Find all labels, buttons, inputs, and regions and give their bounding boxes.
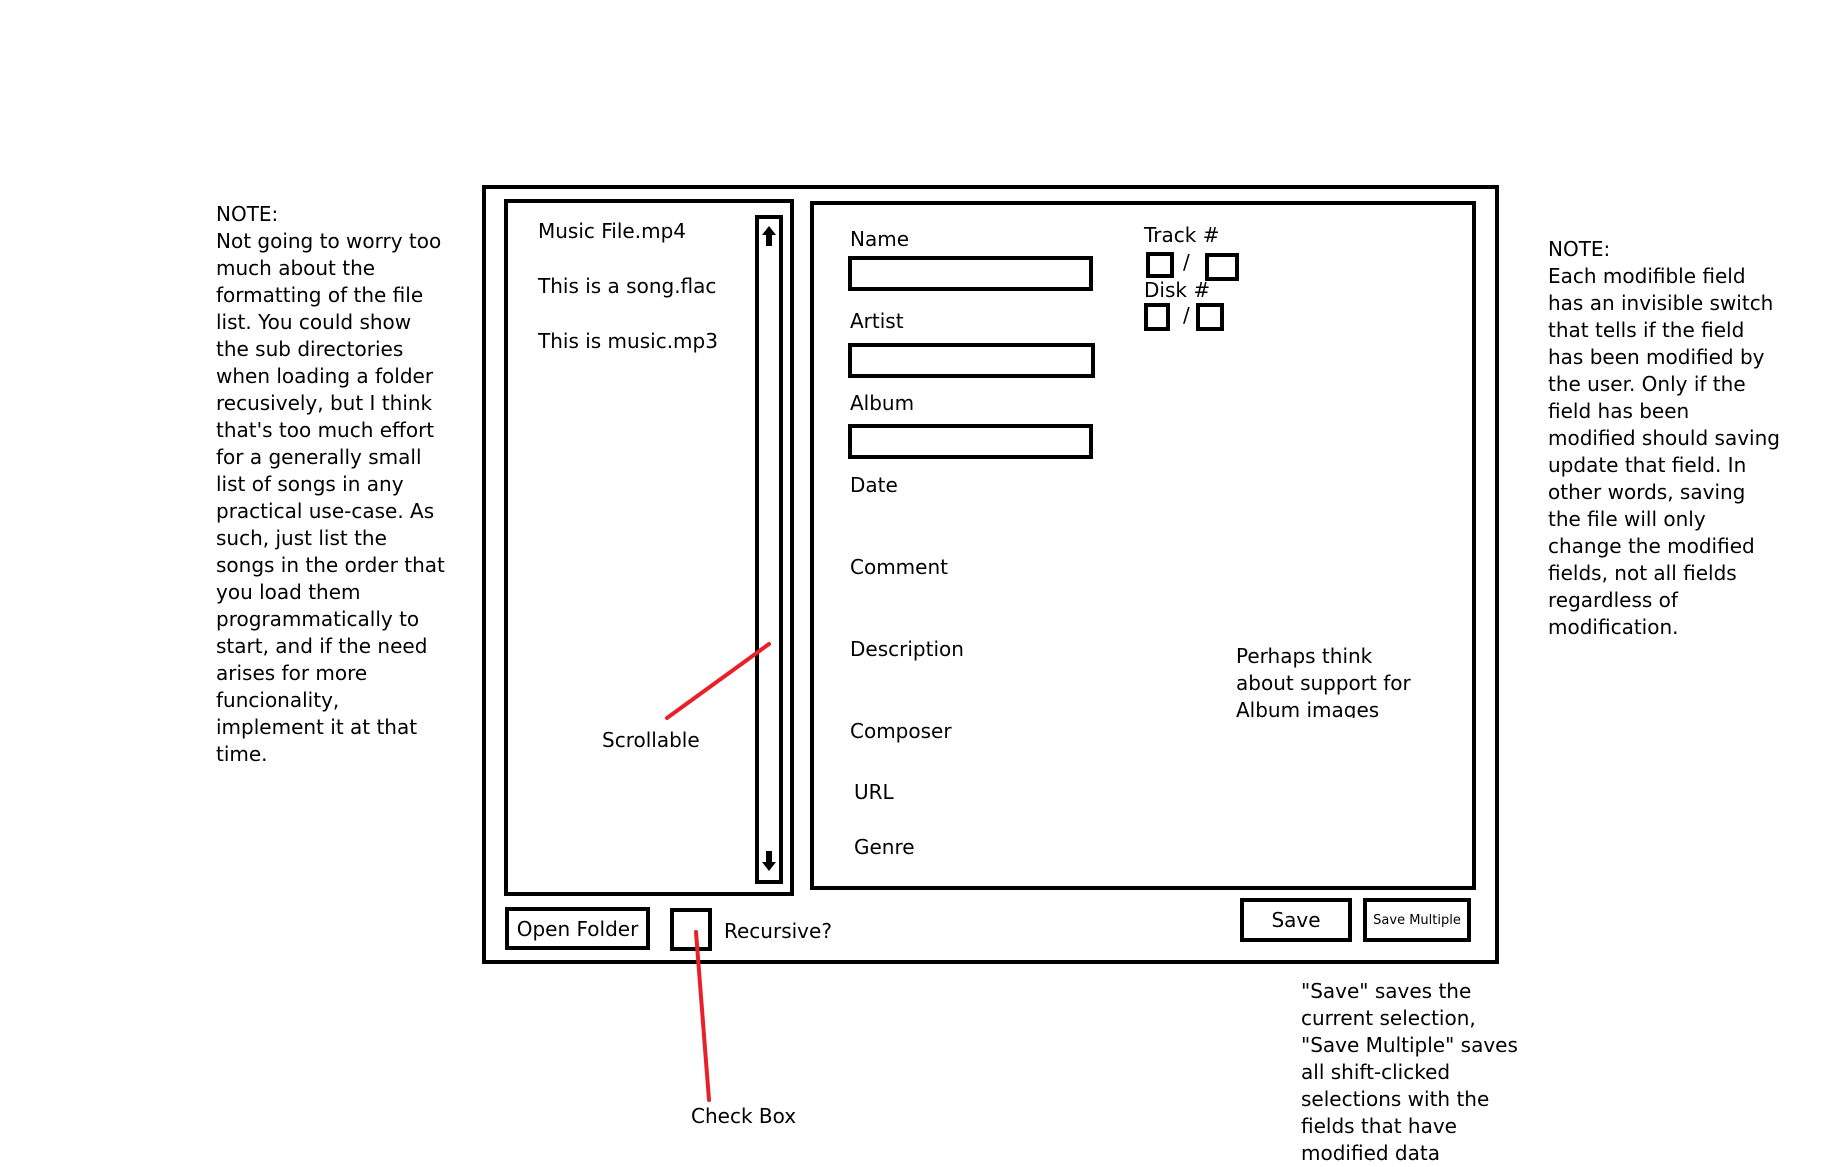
right-note-text: Each modifible field has an invisible sw…: [1548, 264, 1780, 639]
track-label: Track #: [1144, 223, 1220, 247]
arrow-down-icon[interactable]: [760, 850, 778, 872]
file-list-scrollbar[interactable]: [755, 215, 783, 884]
composer-label: Composer: [850, 719, 952, 743]
left-note-text: Not going to worry too much about the fo…: [216, 229, 445, 766]
artist-label: Artist: [850, 309, 904, 333]
checkbox-annotation: Check Box: [691, 1104, 797, 1128]
track-total-input[interactable]: [1205, 253, 1239, 281]
disk-label: Disk #: [1144, 278, 1211, 302]
description-label: Description: [850, 637, 964, 661]
left-note-heading: NOTE:: [216, 202, 279, 226]
file-list-item[interactable]: Music File.mp4: [538, 219, 686, 243]
date-label: Date: [850, 473, 898, 497]
track-number-input[interactable]: [1146, 252, 1174, 278]
url-label: URL: [854, 780, 894, 804]
genre-label: Genre: [854, 835, 915, 859]
album-label: Album: [850, 391, 915, 415]
save-multiple-button[interactable]: Save Multiple: [1363, 898, 1471, 942]
recursive-checkbox[interactable]: [670, 908, 712, 951]
file-list-item[interactable]: This is a song.flac: [538, 274, 716, 298]
scrollable-annotation: Scrollable: [602, 728, 700, 752]
left-note: NOTE: Not going to worry too much about …: [216, 201, 448, 768]
comment-label: Comment: [850, 555, 948, 579]
file-list-item[interactable]: This is music.mp3: [538, 329, 718, 353]
file-list-panel[interactable]: [504, 199, 794, 896]
disk-number-input[interactable]: [1144, 303, 1170, 331]
right-note: NOTE: Each modifible field has an invisi…: [1548, 236, 1780, 641]
arrow-up-icon[interactable]: [760, 225, 778, 247]
disk-separator: /: [1183, 303, 1190, 327]
artist-input[interactable]: [848, 343, 1095, 378]
open-folder-button[interactable]: Open Folder: [505, 907, 650, 950]
album-images-note: Perhaps think about support for Album im…: [1236, 644, 1411, 718]
album-input[interactable]: [848, 424, 1093, 459]
recursive-label: Recursive?: [724, 919, 832, 943]
name-input[interactable]: [848, 256, 1093, 291]
metadata-panel: [810, 201, 1476, 890]
right-note-heading: NOTE:: [1548, 237, 1611, 261]
save-button[interactable]: Save: [1240, 898, 1352, 942]
save-explanation-note: "Save" saves the current selection, "Sav…: [1301, 979, 1518, 1165]
disk-total-input[interactable]: [1196, 303, 1224, 331]
name-label: Name: [850, 227, 910, 251]
track-separator: /: [1183, 250, 1190, 274]
